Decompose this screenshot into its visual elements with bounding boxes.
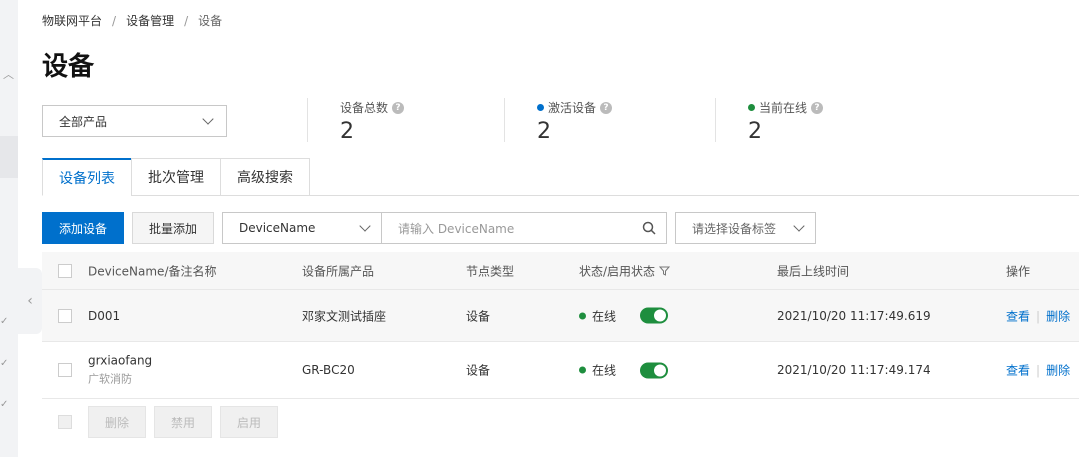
delete-link[interactable]: 删除	[1046, 364, 1070, 378]
sidebar-highlight	[0, 136, 18, 178]
device-status: 在线	[579, 307, 669, 324]
help-icon[interactable]: ?	[600, 101, 613, 114]
divider	[715, 98, 716, 142]
stat-label: 当前在线	[759, 101, 808, 115]
view-link[interactable]: 查看	[1006, 309, 1030, 323]
column-header-status: 状态/启用状态	[579, 262, 671, 279]
product-select[interactable]: 全部产品	[42, 105, 227, 137]
check-icon: ✓	[0, 358, 9, 369]
device-product: GR-BC20	[302, 363, 355, 377]
device-product: 邓家文测试插座	[302, 309, 387, 323]
search-placeholder: 请输入 DeviceName	[398, 221, 515, 236]
divider	[307, 98, 308, 142]
bulk-disable-button[interactable]: 禁用	[154, 406, 212, 438]
stat-value: 2	[537, 119, 551, 144]
stat-value: 2	[748, 119, 762, 144]
help-icon[interactable]: ?	[392, 101, 405, 114]
filter-icon[interactable]	[659, 265, 671, 276]
chevron-down-icon	[793, 220, 805, 232]
select-all-checkbox[interactable]	[58, 263, 72, 278]
status-dot	[537, 104, 544, 111]
view-link[interactable]: 查看	[1006, 364, 1030, 378]
stat-activated-devices: 激活设备? 2	[537, 99, 613, 144]
status-text: 在线	[592, 363, 617, 378]
bulk-select-checkbox[interactable]	[58, 415, 72, 429]
status-dot	[579, 366, 586, 374]
tag-select[interactable]: 请选择设备标签	[675, 212, 816, 244]
column-header: 节点类型	[466, 264, 515, 278]
tab-bar: 设备列表 批次管理 高级搜索	[42, 158, 1079, 196]
device-name: grxiaofang	[88, 353, 153, 368]
batch-add-button[interactable]: 批量添加	[132, 212, 214, 244]
status-dot	[579, 312, 586, 319]
product-select-value: 全部产品	[59, 114, 108, 129]
check-icon: ✓	[0, 399, 9, 410]
row-checkbox[interactable]	[58, 363, 72, 377]
enable-toggle[interactable]	[640, 362, 669, 378]
stat-value: 2	[340, 119, 354, 144]
row-checkbox[interactable]	[58, 308, 72, 323]
status-text: 在线	[592, 309, 617, 323]
device-status: 在线	[579, 362, 669, 379]
column-header: DeviceName/备注名称	[88, 264, 217, 278]
stat-online-devices: 当前在线? 2	[748, 99, 824, 144]
status-dot	[748, 104, 755, 111]
chevron-down-icon	[359, 220, 371, 232]
last-online-time: 2021/10/20 11:17:49.619	[777, 308, 931, 323]
device-name: D001	[88, 308, 121, 323]
table-row[interactable]: grxiaofang 广软消防 GR-BC20 设备 在线 2021/10/20…	[42, 342, 1079, 399]
delete-link[interactable]: 删除	[1046, 309, 1070, 323]
row-actions: 查看 | 删除	[1006, 363, 1071, 378]
chevron-up-icon[interactable]: ︿	[3, 66, 14, 82]
check-icon: ✓	[0, 316, 9, 327]
tag-select-placeholder: 请选择设备标签	[692, 221, 777, 236]
breadcrumb: 物联网平台 / 设备管理 / 设备	[42, 14, 223, 28]
last-online-time: 2021/10/20 11:17:49.174	[777, 363, 931, 377]
search-field-value: DeviceName	[239, 221, 316, 235]
bulk-delete-button[interactable]: 删除	[88, 406, 146, 438]
row-actions: 查看 | 删除	[1006, 309, 1071, 323]
breadcrumb-item[interactable]: 物联网平台	[42, 14, 102, 28]
tab-batch-management[interactable]: 批次管理	[131, 158, 221, 196]
search-icon[interactable]	[642, 221, 656, 235]
node-type: 设备	[466, 363, 491, 378]
left-sidebar: ︿ ✓ ✓ ✓	[0, 0, 18, 457]
divider	[504, 98, 505, 142]
add-device-button[interactable]: 添加设备	[42, 212, 124, 244]
stat-label: 设备总数	[340, 101, 389, 115]
device-table: DeviceName/备注名称 设备所属产品 节点类型 状态/启用状态 最后上线…	[42, 252, 1079, 399]
enable-toggle[interactable]	[640, 307, 669, 324]
help-icon[interactable]: ?	[811, 101, 824, 114]
chevron-left-icon: ‹	[27, 293, 33, 309]
column-header: 操作	[1006, 264, 1031, 278]
tab-device-list[interactable]: 设备列表	[42, 158, 132, 196]
sidebar-collapse-toggle[interactable]: ‹	[18, 268, 42, 334]
stat-label: 激活设备	[548, 101, 597, 115]
table-row[interactable]: D001 邓家文测试插座 设备 在线 2021/10/20 11:17:49.6…	[42, 290, 1079, 342]
table-header: DeviceName/备注名称 设备所属产品 节点类型 状态/启用状态 最后上线…	[42, 252, 1079, 290]
chevron-down-icon	[202, 113, 214, 125]
tab-advanced-search[interactable]: 高级搜索	[220, 158, 310, 196]
breadcrumb-item[interactable]: 设备管理	[126, 14, 174, 28]
column-header: 最后上线时间	[777, 264, 850, 278]
device-name-cell: grxiaofang 广软消防	[88, 354, 152, 387]
breadcrumb-current: 设备	[198, 14, 223, 28]
search-input[interactable]: 请输入 DeviceName	[382, 212, 667, 244]
toolbar: 添加设备 批量添加 DeviceName 请输入 DeviceName 请选择设…	[42, 212, 1079, 244]
search-field-select[interactable]: DeviceName	[222, 212, 382, 244]
column-header: 设备所属产品	[302, 264, 375, 278]
bulk-enable-button[interactable]: 启用	[220, 406, 278, 438]
device-note: 广软消防	[88, 372, 132, 386]
stat-total-devices: 设备总数? 2	[340, 99, 405, 144]
node-type: 设备	[466, 309, 491, 323]
column-header: 状态/启用状态	[579, 264, 656, 278]
bulk-actions-bar: 删除 禁用 启用	[42, 406, 1079, 438]
page-title: 设备	[42, 52, 95, 82]
